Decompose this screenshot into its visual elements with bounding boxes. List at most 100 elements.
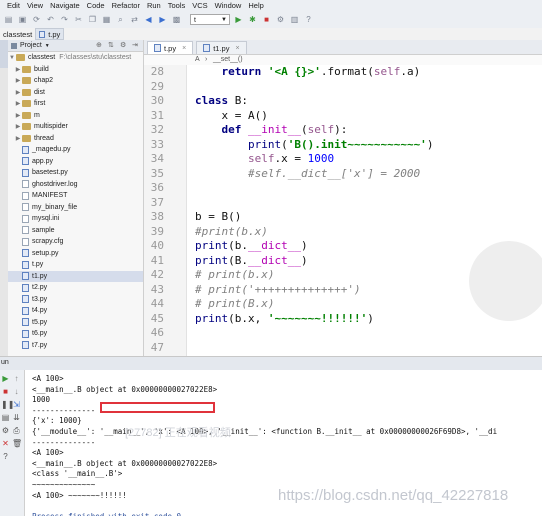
print-icon[interactable]: ⎙ (12, 426, 21, 435)
stop-icon[interactable]: ■ (1, 387, 10, 396)
tree-file[interactable]: t6.py (8, 328, 143, 340)
tree-item-label: t1.py (32, 272, 48, 280)
trash-icon[interactable]: 🗑 (12, 439, 22, 448)
tree-item-label: dist (34, 88, 45, 96)
tree-file[interactable]: sample (8, 225, 143, 237)
run-icon[interactable]: ▶ (233, 14, 244, 25)
help-icon[interactable]: ? (1, 452, 10, 461)
tree-folder[interactable]: ▶ thread (8, 133, 143, 145)
redo-icon[interactable]: ↷ (59, 14, 70, 25)
settings-icon[interactable]: ⚙ (1, 426, 10, 435)
settings-icon[interactable]: ⚙ (275, 14, 286, 25)
tab-t1-py[interactable]: t1.py × (196, 41, 247, 54)
menu-item[interactable]: Navigate (50, 1, 80, 10)
tree-file[interactable]: t2.py (8, 282, 143, 294)
globe-icon[interactable]: ⊕ (96, 41, 102, 49)
project-tool-button[interactable] (0, 40, 8, 68)
rerun-icon[interactable]: ▶ (1, 374, 10, 383)
chevron-right-icon: › (205, 56, 208, 63)
run-config-select[interactable]: t ▼ (190, 14, 230, 25)
tree-file[interactable]: t7.py (8, 340, 143, 352)
copy-icon[interactable]: ❐ (87, 14, 98, 25)
sync-icon[interactable]: ⟳ (31, 14, 42, 25)
tree-item-label: chap2 (34, 77, 54, 85)
menu-item[interactable]: Run (147, 1, 161, 10)
close-icon[interactable]: × (235, 45, 239, 52)
build-icon[interactable]: ▩ (171, 14, 182, 25)
scroll-end-icon[interactable]: ⇊ (12, 413, 21, 422)
cut-icon[interactable]: ✂ (73, 14, 84, 25)
tree-file[interactable]: app.py (8, 156, 143, 168)
open-icon[interactable]: ▤ (3, 14, 14, 25)
chevron-down-icon[interactable]: ▼ (8, 55, 16, 61)
up-icon[interactable]: ↑ (12, 374, 21, 383)
tree-folder[interactable]: ▶ chap2 (8, 75, 143, 87)
tree-folder[interactable]: ▶ dist (8, 87, 143, 99)
tree-file[interactable]: MANIFEST (8, 190, 143, 202)
chevron-right-icon[interactable]: ▶ (14, 77, 22, 84)
tree-folder[interactable]: ▶ first (8, 98, 143, 110)
chevron-right-icon[interactable]: ▶ (14, 135, 22, 142)
menu-item[interactable]: VCS (192, 1, 207, 10)
replace-icon[interactable]: ⇄ (129, 14, 140, 25)
chevron-right-icon[interactable]: ▶ (14, 112, 22, 119)
forward-icon[interactable]: ▶ (157, 14, 168, 25)
chevron-right-icon[interactable]: ▶ (14, 100, 22, 107)
tree-file[interactable]: setup.py (8, 248, 143, 260)
menu-item[interactable]: Help (248, 1, 263, 10)
wrap-icon[interactable]: ⇲ (12, 400, 21, 409)
tree-file[interactable]: mysql.ini (8, 213, 143, 225)
help-icon[interactable]: ? (303, 14, 314, 25)
tree-file[interactable]: _magedu.py (8, 144, 143, 156)
menu-item[interactable]: Tools (168, 1, 186, 10)
tab-t-py[interactable]: t.py × (147, 41, 194, 54)
tree-file[interactable]: my_binary_file (8, 202, 143, 214)
menu-item[interactable]: Edit (7, 1, 20, 10)
tree-folder[interactable]: ▶ multispider (8, 121, 143, 133)
menu-item[interactable]: Refactor (112, 1, 140, 10)
menu-item[interactable]: Code (87, 1, 105, 10)
menu-item[interactable]: View (27, 1, 43, 10)
gear-icon[interactable]: ⚙ (120, 41, 126, 49)
line-number: 37 (150, 195, 164, 209)
tree-file[interactable]: t3.py (8, 294, 143, 306)
save-icon[interactable]: ▣ (17, 14, 28, 25)
tree-file[interactable]: scrapy.cfg (8, 236, 143, 248)
tree-root[interactable]: ▼ classtest F:\classes\stu\classtest (8, 52, 143, 64)
collapse-icon[interactable]: ⇅ (108, 41, 114, 49)
close-icon[interactable]: ✕ (1, 439, 10, 448)
tree-file[interactable]: basetest.py (8, 167, 143, 179)
editor-breadcrumb-class[interactable]: A (195, 56, 200, 63)
tree-file[interactable]: t1.py (8, 270, 143, 282)
pause-icon[interactable]: ❚❚ (1, 400, 14, 409)
menu-item[interactable]: Window (215, 1, 242, 10)
tree-file[interactable]: t4.py (8, 305, 143, 317)
editor-breadcrumb-method[interactable]: __set__() (213, 56, 243, 63)
console-line: <A 100> (32, 374, 64, 383)
chevron-down-icon[interactable]: ▼ (45, 43, 50, 49)
tree-folder[interactable]: ▶ build (8, 64, 143, 76)
close-icon[interactable]: × (182, 45, 186, 52)
down-icon[interactable]: ↓ (12, 387, 21, 396)
chevron-right-icon[interactable]: ▶ (14, 89, 22, 96)
stop-icon[interactable]: ■ (261, 14, 272, 25)
folder-icon (22, 65, 31, 73)
tree-file[interactable]: t.py (8, 259, 143, 271)
undo-icon[interactable]: ↶ (45, 14, 56, 25)
chevron-right-icon[interactable]: ▶ (14, 123, 22, 130)
back-icon[interactable]: ◀ (143, 14, 154, 25)
dump-icon[interactable]: ▤ (1, 413, 10, 422)
tree-file[interactable]: ghostdriver.log (8, 179, 143, 191)
paste-icon[interactable]: ▦ (101, 14, 112, 25)
tree-file[interactable]: t5.py (8, 317, 143, 329)
tree-folder[interactable]: ▶ m (8, 110, 143, 122)
console-line: ~~~~~~~~~~~~~~ (32, 480, 96, 489)
structure-icon[interactable]: ▥ (289, 14, 300, 25)
tree-item-label: setup.py (32, 249, 59, 257)
hide-icon[interactable]: ⇥ (132, 41, 138, 49)
chevron-right-icon[interactable]: ▶ (14, 66, 22, 73)
breadcrumb-file[interactable]: t.py (35, 28, 65, 40)
breadcrumb-project[interactable]: classtest (0, 30, 35, 39)
debug-icon[interactable]: ✱ (247, 14, 258, 25)
find-icon[interactable]: ⌕ (115, 14, 126, 25)
